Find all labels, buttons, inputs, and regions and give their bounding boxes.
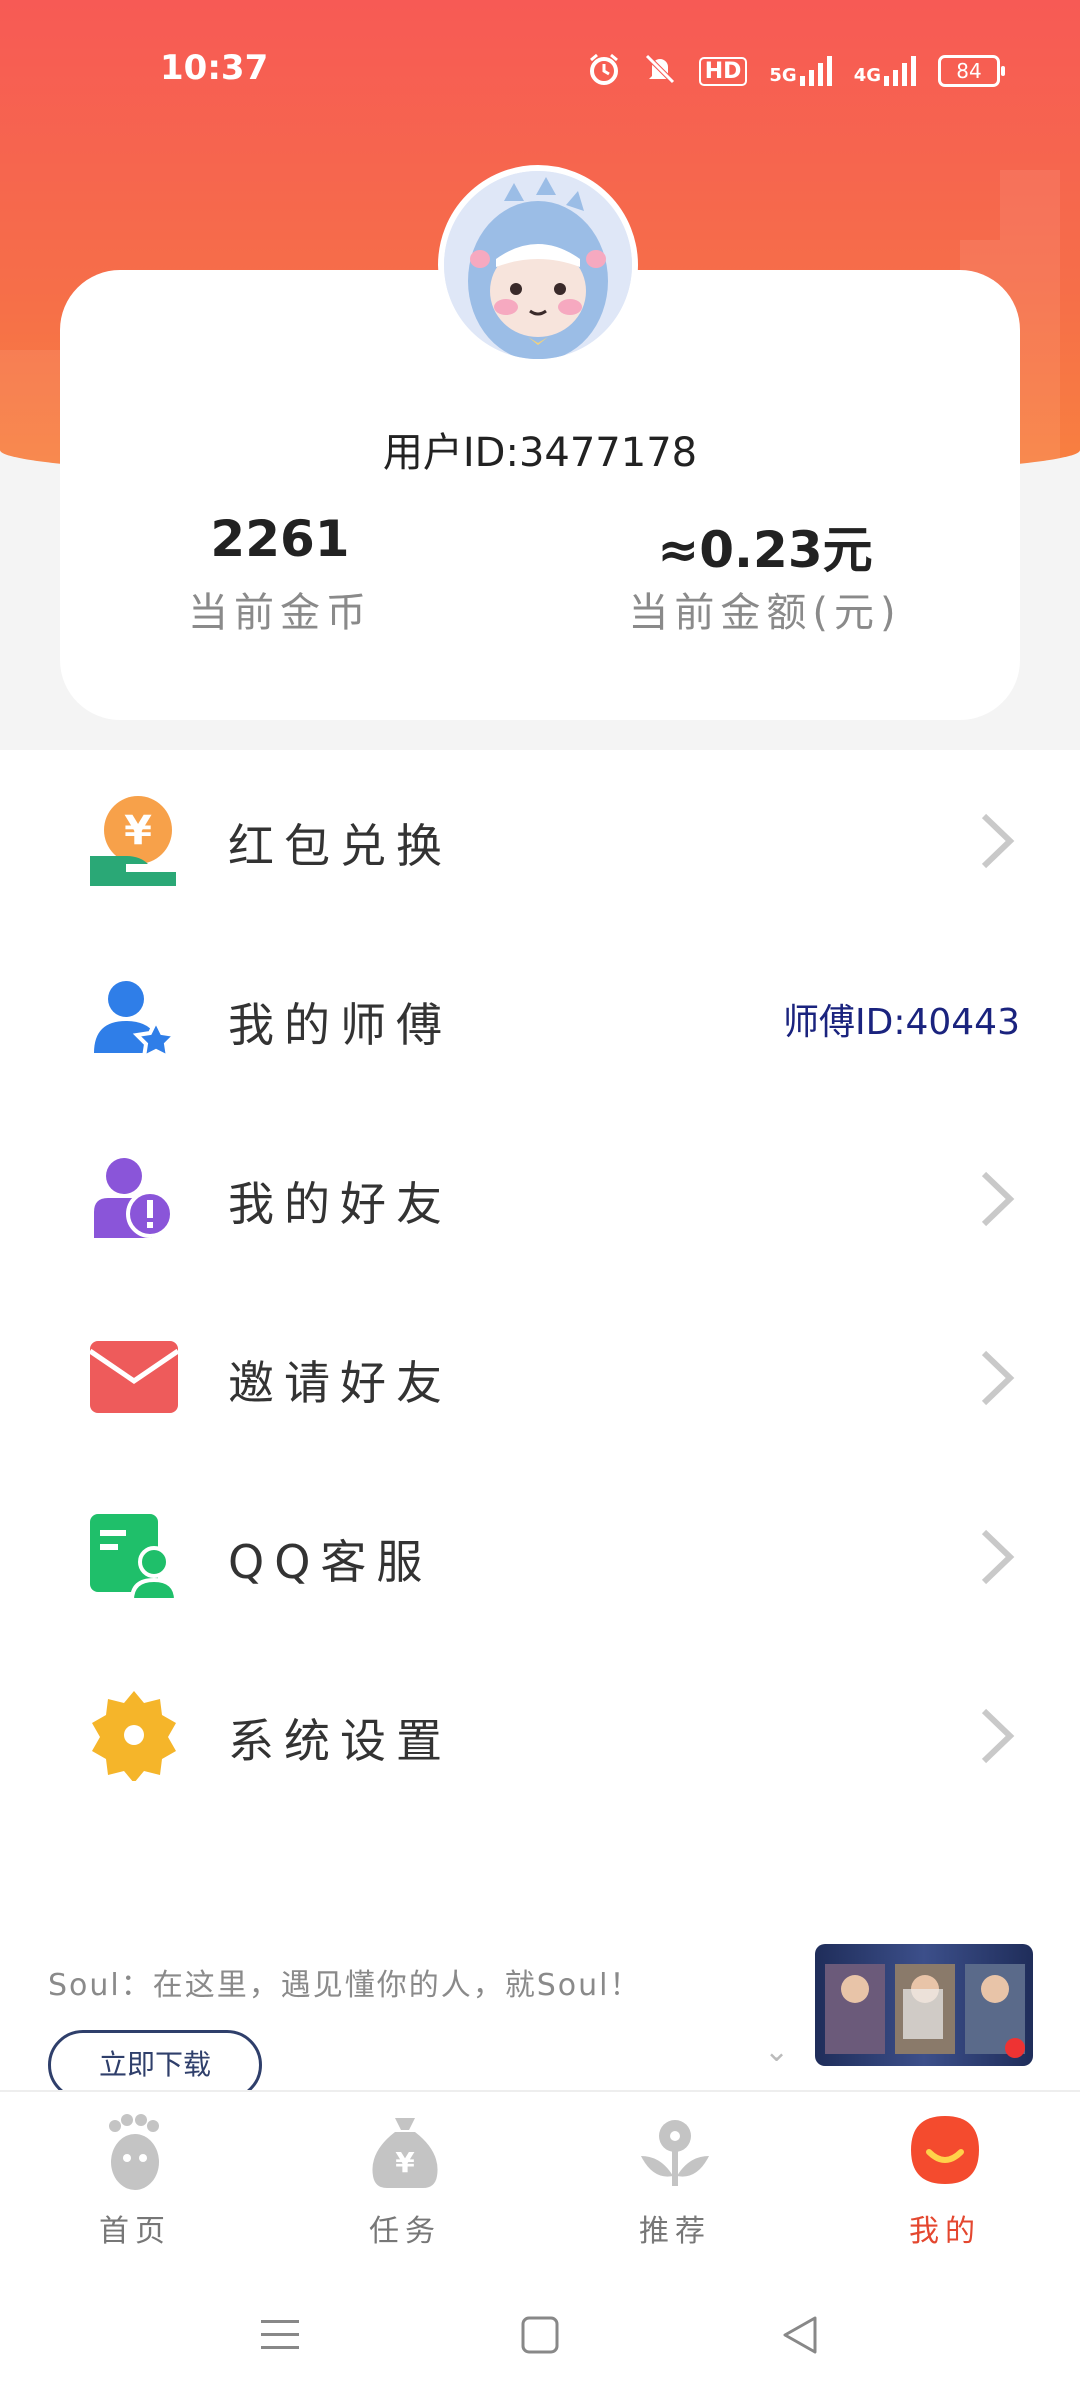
nav-label: 首页 — [99, 2214, 171, 2249]
back-icon[interactable] — [775, 2310, 825, 2360]
menu-label: QQ客服 — [228, 1535, 433, 1589]
amount-value: ≈0.23元 — [657, 521, 873, 579]
mute-icon — [643, 52, 677, 90]
nav-profile[interactable]: 我的 — [845, 2112, 1045, 2262]
profile-icon — [905, 2112, 985, 2192]
4g-signal-icon: 4G — [854, 56, 916, 86]
nav-label: 我的 — [909, 2214, 981, 2249]
red-envelope-exchange-icon: ¥ — [88, 794, 180, 886]
menu-label: 红包兑换 — [228, 819, 452, 873]
coins-value: 2261 — [210, 510, 350, 568]
menu-item-qq-service[interactable]: QQ客服 — [0, 1466, 1080, 1645]
alarm-icon — [587, 52, 621, 90]
bottom-nav: 首页 ¥ 任务 推荐 我的 — [0, 2090, 1080, 2272]
chevron-right-icon — [960, 806, 1030, 876]
nav-label: 推荐 — [639, 2214, 711, 2249]
amount-label: 当前金额(元) — [628, 590, 902, 636]
task-moneybag-icon: ¥ — [365, 2112, 445, 2192]
ad-collapse-icon[interactable]: ⌄ — [764, 2034, 789, 2069]
svg-text:¥: ¥ — [395, 2146, 415, 2179]
menu-item-system-settings[interactable]: 系统设置 — [0, 1645, 1080, 1824]
settings-gear-icon — [88, 1689, 180, 1783]
chevron-right-icon — [960, 1164, 1030, 1234]
coins-label: 当前金币 — [188, 590, 372, 636]
chevron-right-icon — [960, 1701, 1030, 1771]
menu-label: 系统设置 — [228, 1714, 452, 1768]
recommend-icon — [635, 2112, 715, 2192]
menu-item-invite-friends[interactable]: 邀请好友 — [0, 1287, 1080, 1466]
nav-task[interactable]: ¥ 任务 — [305, 2112, 505, 2262]
menu-label: 我的师傅 — [228, 998, 452, 1052]
menu-item-my-mentor[interactable]: 我的师傅 师傅ID:40443 — [0, 929, 1080, 1108]
menu-icon[interactable] — [255, 2310, 305, 2360]
ad-banner[interactable]: Soul：在这里，遇见懂你的人，就Soul！ 立即下载 ⌄ — [0, 1930, 1080, 2100]
svg-text:¥: ¥ — [124, 808, 152, 854]
battery-icon: 84 — [938, 55, 1005, 87]
menu-item-my-friends[interactable]: 我的好友 — [0, 1108, 1080, 1287]
hd-icon: HD — [698, 56, 748, 86]
5g-signal-icon: 5G — [769, 56, 832, 86]
ad-image[interactable] — [815, 1944, 1033, 2066]
chevron-right-icon — [960, 1522, 1030, 1592]
system-nav-bar — [0, 2270, 1080, 2400]
friends-icon — [88, 1152, 180, 1244]
mentor-id-value: 师傅ID:40443 — [783, 1002, 1020, 1043]
user-id: 用户ID:3477178 — [382, 430, 698, 476]
invite-envelope-icon — [88, 1331, 180, 1423]
customer-service-icon — [88, 1510, 180, 1602]
menu-label: 邀请好友 — [228, 1356, 452, 1410]
nav-recommend[interactable]: 推荐 — [575, 2112, 775, 2262]
menu-label: 我的好友 — [228, 1177, 452, 1231]
nav-label: 任务 — [369, 2214, 441, 2249]
status-time: 10:37 — [160, 48, 269, 88]
menu-list: ¥ 红包兑换 我的师傅 师傅ID:40443 我的好友 邀请好友 QQ客服 系统… — [0, 750, 1080, 2090]
status-bar: 10:37 HD 5G 4G 84 — [0, 0, 1080, 140]
nav-home[interactable]: 首页 — [35, 2112, 235, 2262]
home-icon — [95, 2112, 175, 2192]
home-square-icon[interactable] — [515, 2310, 565, 2360]
ad-text: Soul：在这里，遇见懂你的人，就Soul！ — [48, 1968, 642, 2003]
chevron-right-icon — [960, 1343, 1030, 1413]
menu-item-red-envelope-exchange[interactable]: ¥ 红包兑换 — [0, 750, 1080, 929]
status-icons: HD 5G 4G 84 — [587, 52, 1005, 90]
avatar[interactable] — [438, 165, 638, 365]
mentor-icon — [88, 973, 180, 1065]
dino-avatar-icon — [444, 171, 632, 359]
